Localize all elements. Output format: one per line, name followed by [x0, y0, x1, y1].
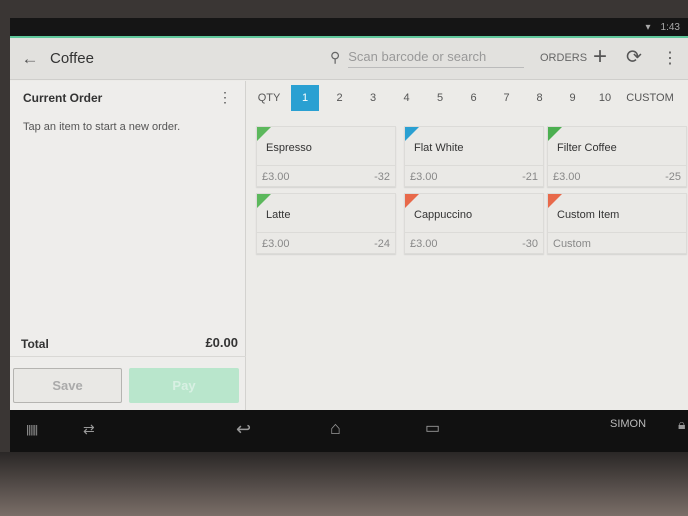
item-name: Filter Coffee [557, 142, 617, 154]
lock-icon[interactable]: 🔒︎ [678, 416, 685, 433]
item-price: £3.00 [553, 171, 581, 183]
item-price: £3.00 [410, 238, 438, 250]
total-row: Total £0.00 [10, 331, 246, 357]
sync-icon[interactable]: ⟳ [626, 46, 642, 69]
search-icon: ⚲ [330, 48, 341, 65]
qty-option-7[interactable]: 7 [490, 92, 523, 104]
item-stock: -32 [374, 171, 390, 183]
item-stock: -24 [374, 238, 390, 250]
category-color-marker [548, 194, 562, 208]
page-title: Coffee [50, 50, 94, 67]
item-tile[interactable]: Flat White £3.00 -21 [404, 126, 544, 187]
category-color-marker [257, 194, 271, 208]
qty-option-3[interactable]: 3 [356, 92, 390, 104]
search-bar[interactable]: ⚲ Scan barcode or search [330, 46, 525, 68]
item-stock: -25 [665, 171, 681, 183]
item-tile[interactable]: Latte £3.00 -24 [256, 193, 396, 254]
item-tile[interactable]: Filter Coffee £3.00 -25 [547, 126, 687, 187]
qty-option-2[interactable]: 2 [323, 92, 356, 104]
item-footer: £3.00 -24 [257, 232, 395, 253]
overflow-menu-icon[interactable]: ⋮ [662, 48, 678, 68]
total-label: Total [21, 337, 49, 351]
qty-custom[interactable]: CUSTOM [621, 92, 679, 104]
quantity-selector: QTY 1 2 3 4 5 6 7 8 9 10 CUSTOM [247, 81, 688, 115]
item-footer: £3.00 -32 [257, 165, 395, 186]
qty-option-4[interactable]: 4 [390, 92, 423, 104]
item-name: Flat White [414, 142, 464, 154]
item-tile[interactable]: Cappuccino £3.00 -30 [404, 193, 544, 254]
qty-option-10[interactable]: 10 [589, 92, 621, 104]
status-bar: ▾ 1:43 [10, 18, 688, 36]
clock: 1:43 [660, 21, 680, 33]
qty-option-6[interactable]: 6 [457, 92, 490, 104]
item-stock: -21 [522, 171, 538, 183]
category-color-marker [405, 127, 419, 141]
system-nav-bar: |||||| ⇄ ↩ ⌂ ▭ SIMON 🔒︎ [10, 410, 688, 452]
item-tile[interactable]: Custom Item Custom [547, 193, 687, 254]
item-price: Custom [553, 238, 591, 250]
qty-label: QTY [257, 92, 281, 104]
qty-option-5[interactable]: 5 [423, 92, 457, 104]
item-name: Espresso [266, 142, 312, 154]
item-price: £3.00 [262, 171, 290, 183]
recent-apps-icon[interactable]: ▭ [425, 418, 440, 438]
pay-button[interactable]: Pay [129, 368, 239, 403]
save-button[interactable]: Save [13, 368, 122, 403]
qty-option-9[interactable]: 9 [556, 92, 589, 104]
search-input[interactable]: Scan barcode or search [348, 46, 525, 68]
item-price: £3.00 [410, 171, 438, 183]
total-value: £0.00 [205, 335, 238, 350]
qty-option-1[interactable]: 1 [291, 85, 319, 111]
current-order-panel: Current Order ⋮ Tap an item to start a n… [10, 81, 246, 412]
add-icon[interactable]: + [593, 43, 607, 71]
device-bezel [0, 452, 688, 516]
item-footer: £3.00 -21 [405, 165, 543, 186]
item-price: £3.00 [262, 238, 290, 250]
wifi-icon: ▾ [645, 21, 651, 33]
back-arrow-icon[interactable]: ← [10, 49, 50, 69]
pos-screen: ← Coffee ⚲ Scan barcode or search ORDERS… [10, 36, 688, 412]
order-title: Current Order [23, 91, 103, 105]
item-footer: £3.00 -30 [405, 232, 543, 253]
item-name: Cappuccino [414, 209, 473, 221]
orders-button[interactable]: ORDERS [540, 52, 587, 64]
qty-option-8[interactable]: 8 [523, 92, 556, 104]
order-menu-icon[interactable]: ⋮ [218, 89, 232, 106]
category-color-marker [405, 194, 419, 208]
item-name: Custom Item [557, 209, 620, 221]
item-footer: £3.00 -25 [548, 165, 686, 186]
item-tile[interactable]: Espresso £3.00 -32 [256, 126, 396, 187]
barcode-icon[interactable]: |||||| [26, 424, 38, 436]
user-name[interactable]: SIMON [610, 418, 646, 430]
order-hint: Tap an item to start a new order. [23, 121, 181, 133]
item-name: Latte [266, 209, 291, 221]
app-bar: ← Coffee ⚲ Scan barcode or search ORDERS… [10, 38, 688, 80]
category-color-marker [548, 127, 562, 141]
switch-user-icon[interactable]: ⇄ [83, 421, 95, 438]
back-nav-icon[interactable]: ↩ [236, 419, 251, 440]
category-color-marker [257, 127, 271, 141]
home-nav-icon[interactable]: ⌂ [330, 418, 341, 439]
item-stock: -30 [522, 238, 538, 250]
item-footer: Custom [548, 232, 686, 253]
